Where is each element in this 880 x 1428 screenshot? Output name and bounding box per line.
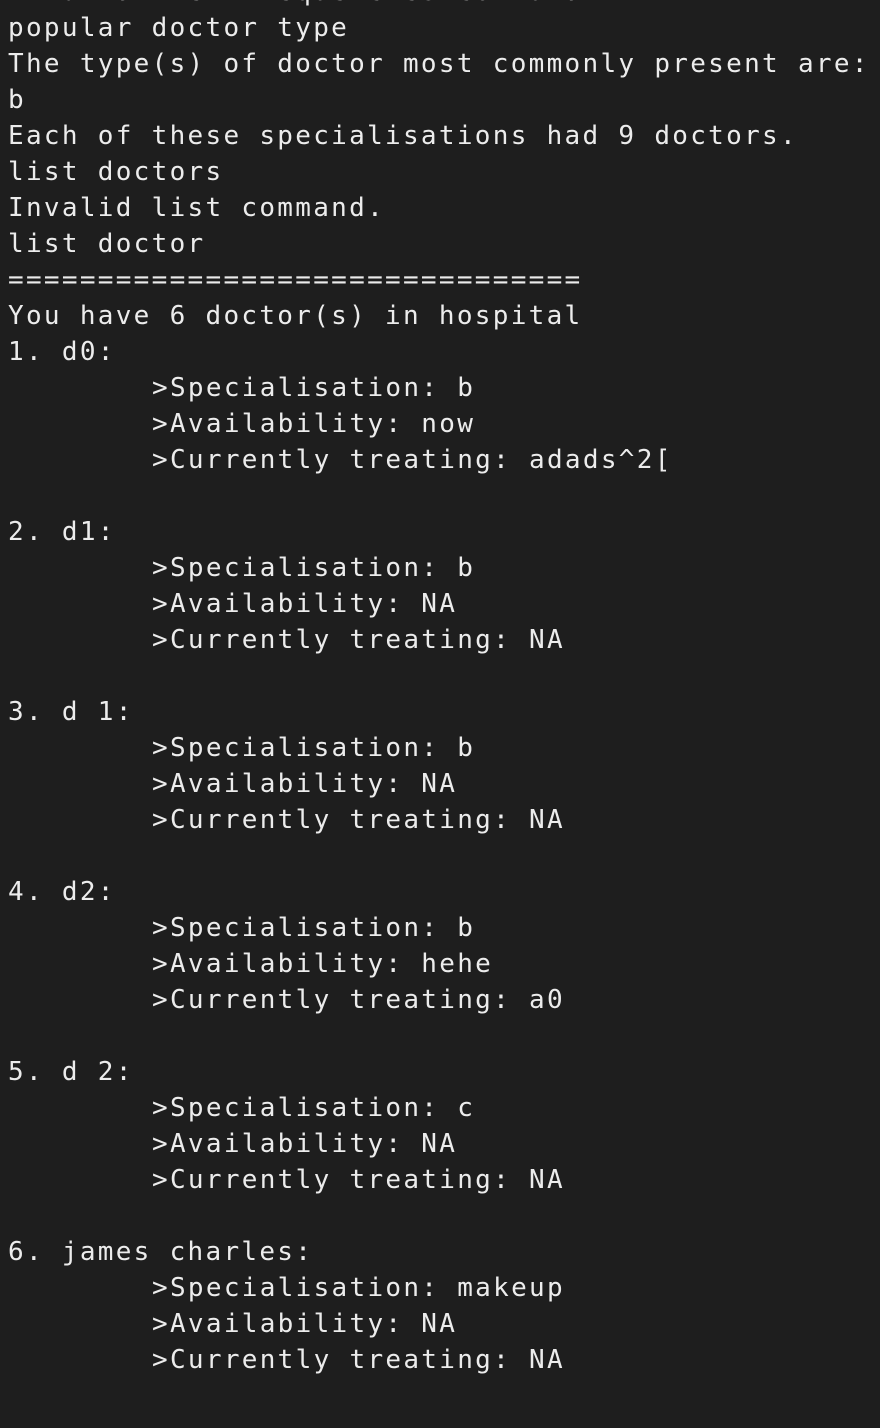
doctor-treating: >Currently treating: NA xyxy=(152,1165,565,1195)
doctor-header: 6. james charles: xyxy=(8,1237,314,1267)
doctor-entry: 6. james charles: >Specialisation: makeu… xyxy=(8,1234,880,1378)
output-line-types-heading: The type(s) of doctor most commonly pres… xyxy=(8,49,870,79)
command-list-doctor: list doctor xyxy=(8,229,206,259)
output-line-specialisation-count: Each of these specialisations had 9 doct… xyxy=(8,121,798,151)
output-line-invalid-list: Invalid list command. xyxy=(8,193,386,223)
doctor-entry: 4. d2: >Specialisation: b >Availability:… xyxy=(8,874,880,1054)
command-list-doctors: list doctors xyxy=(8,157,224,187)
doctor-header: 5. d 2: xyxy=(8,1057,134,1087)
doctor-availability: >Availability: NA xyxy=(152,1309,458,1339)
doctor-availability: >Availability: now xyxy=(152,409,476,439)
terminal-window[interactable]: Invalid view frequencies command. popula… xyxy=(0,0,880,1428)
doctor-treating: >Currently treating: NA xyxy=(152,625,565,655)
doctor-entry: 2. d1: >Specialisation: b >Availability:… xyxy=(8,514,880,694)
output-separator: ================================ xyxy=(8,265,583,295)
doctor-availability: >Availability: NA xyxy=(152,589,458,619)
doctor-entry: 5. d 2: >Specialisation: c >Availability… xyxy=(8,1054,880,1234)
doctor-availability: >Availability: NA xyxy=(152,1129,458,1159)
doctor-header: 1. d0: xyxy=(8,337,116,367)
doctor-specialisation: >Specialisation: makeup xyxy=(152,1273,565,1303)
doctor-entry: 3. d 1: >Specialisation: b >Availability… xyxy=(8,694,880,874)
doctor-entry: 1. d0: >Specialisation: b >Availability:… xyxy=(8,334,880,514)
output-doctor-count: You have 6 doctor(s) in hospital xyxy=(8,301,583,331)
doctor-treating: >Currently treating: NA xyxy=(152,1345,565,1375)
doctor-header: 2. d1: xyxy=(8,517,116,547)
output-line-type-value: b xyxy=(8,85,26,115)
doctor-specialisation: >Specialisation: b xyxy=(152,913,476,943)
doctor-header: 4. d2: xyxy=(8,877,116,907)
doctor-specialisation: >Specialisation: b xyxy=(152,733,476,763)
command-popular-doctor-type: popular doctor type xyxy=(8,13,350,43)
doctor-treating: >Currently treating: a0 xyxy=(152,985,565,1015)
terminal-output: Invalid view frequencies command. popula… xyxy=(8,0,880,1378)
output-line-invalid-view: Invalid view frequencies command. xyxy=(8,0,880,10)
doctor-header: 3. d 1: xyxy=(8,697,134,727)
doctor-availability: >Availability: hehe xyxy=(152,949,494,979)
doctor-specialisation: >Specialisation: b xyxy=(152,373,476,403)
doctor-treating: >Currently treating: adads^2[ xyxy=(152,445,673,475)
doctor-availability: >Availability: NA xyxy=(152,769,458,799)
doctor-specialisation: >Specialisation: b xyxy=(152,553,476,583)
doctor-treating: >Currently treating: NA xyxy=(152,805,565,835)
doctor-specialisation: >Specialisation: c xyxy=(152,1093,476,1123)
